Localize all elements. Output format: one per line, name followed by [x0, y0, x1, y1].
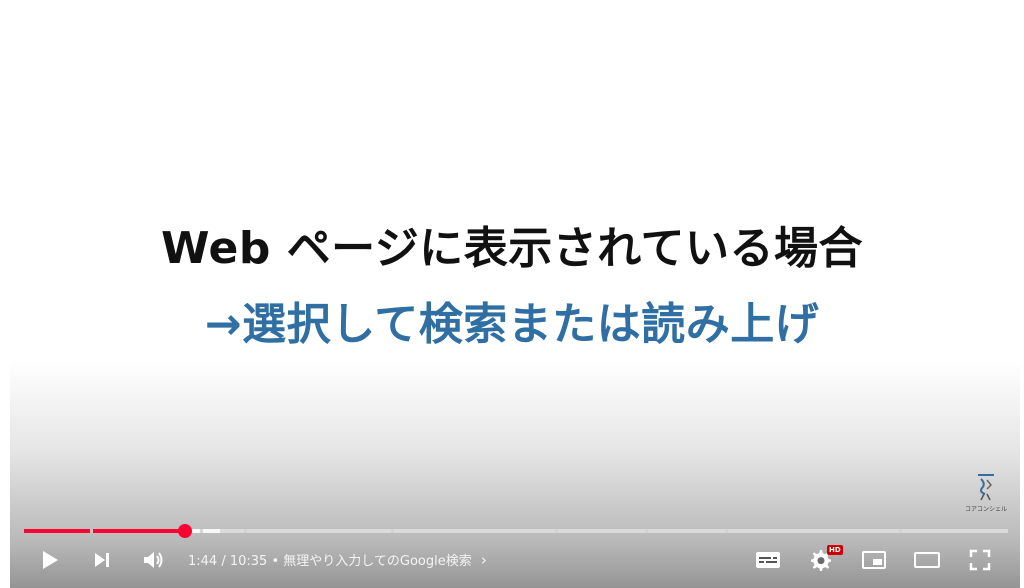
chapter-marker	[725, 529, 728, 533]
slide-heading: Web ページに表示されている場合	[161, 223, 863, 274]
miniplayer-icon	[862, 551, 886, 569]
chapter-marker	[645, 529, 648, 533]
time-display: 1:44 / 10:35 • 無理やり入力してのGoogle検索 ›	[188, 550, 487, 570]
chapter-marker	[244, 529, 247, 533]
slide-subheading: →選択して検索または読み上げ	[204, 299, 820, 350]
channel-watermark[interactable]: コアコンシェル	[960, 472, 1012, 522]
watermark-logo-icon	[978, 474, 994, 501]
chapter-title[interactable]: 無理やり入力してのGoogle検索	[283, 554, 471, 569]
next-icon	[95, 553, 109, 567]
next-button[interactable]	[86, 544, 118, 576]
theater-mode-button[interactable]	[911, 544, 943, 576]
chapter-marker	[555, 529, 558, 533]
chapter-marker	[899, 529, 902, 533]
watermark-text: コアコンシェル	[964, 506, 1007, 513]
progress-bar[interactable]	[24, 524, 1008, 538]
theater-icon	[914, 552, 940, 568]
play-icon	[43, 551, 58, 569]
duration: 10:35	[229, 554, 268, 569]
play-button[interactable]	[34, 544, 66, 576]
fullscreen-button[interactable]	[964, 544, 996, 576]
hd-badge: HD	[827, 545, 843, 555]
fullscreen-icon	[969, 549, 991, 571]
miniplayer-button[interactable]	[858, 544, 890, 576]
volume-button[interactable]	[138, 544, 170, 576]
time-separator: /	[217, 554, 230, 569]
volume-icon	[144, 552, 163, 568]
captions-button[interactable]	[752, 544, 784, 576]
video-player[interactable]: Web ページに表示されている場合 →選択して検索または読み上げ コアコンシェル	[0, 0, 1024, 588]
chapter-marker	[200, 529, 203, 533]
chapter-marker	[90, 529, 93, 533]
chapter-chevron-icon[interactable]: ›	[481, 551, 487, 569]
progress-scrubber[interactable]	[178, 524, 192, 538]
progress-played	[24, 529, 185, 533]
chapter-separator: •	[267, 554, 284, 569]
captions-icon	[756, 552, 780, 568]
current-time: 1:44	[188, 554, 218, 569]
chapter-marker	[391, 529, 394, 533]
